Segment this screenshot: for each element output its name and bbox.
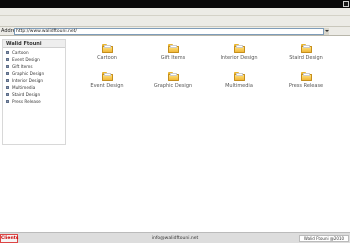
folder-label: Gift Items — [160, 55, 186, 61]
menu-bar — [0, 8, 350, 16]
browser-toolbar — [0, 16, 350, 27]
bullet-icon — [6, 79, 9, 82]
page-content: Walid Ftouni Cartoon Event Design Gift I… — [0, 36, 350, 232]
bullet-icon — [6, 72, 9, 75]
window-button[interactable] — [343, 1, 349, 7]
folder-label: Interior Design — [220, 55, 258, 61]
sidebar-item-staird-design[interactable]: Staird Design — [3, 91, 65, 98]
bullet-icon — [6, 65, 9, 68]
sidebar-item-interior-design[interactable]: Interior Design — [3, 77, 65, 84]
folder-icon — [101, 72, 113, 81]
bullet-icon — [6, 51, 9, 54]
footer-copyright: Walid Ftouni @2010 — [299, 235, 349, 242]
footer-email[interactable]: info@walidftouni.net — [0, 233, 350, 244]
bullet-icon — [6, 100, 9, 103]
sidebar-item-label: Event Design — [12, 57, 40, 62]
folder-icon — [167, 44, 179, 53]
folder-label: Graphic Design — [153, 83, 193, 89]
folder-icon — [300, 72, 312, 81]
sidebar-item-event-design[interactable]: Event Design — [3, 56, 65, 63]
folder-icon — [233, 44, 245, 53]
bullet-icon — [6, 58, 9, 61]
sidebar-list: Cartoon Event Design Gift Items Graphic … — [3, 48, 65, 105]
sidebar-item-cartoon[interactable]: Cartoon — [3, 49, 65, 56]
clients-button[interactable]: Clients — [0, 234, 18, 243]
sidebar-item-label: Cartoon — [12, 50, 29, 55]
title-bar — [0, 0, 350, 8]
folder-press-release[interactable]: Press Release — [276, 72, 336, 96]
sidebar-item-label: Interior Design — [12, 78, 44, 83]
folder-label: Cartoon — [97, 55, 117, 61]
sidebar-item-label: Staird Design — [12, 92, 41, 97]
sidebar-item-label: Multimedia — [12, 85, 36, 90]
sidebar-item-press-release[interactable]: Press Release — [3, 98, 65, 105]
folder-interior-design[interactable]: Interior Design — [209, 44, 269, 68]
address-bar: Address http://www.walidftouni.net/ — [0, 27, 350, 36]
sidebar-item-graphic-design[interactable]: Graphic Design — [3, 70, 65, 77]
address-dropdown-icon[interactable] — [323, 28, 329, 35]
folder-label: Multimedia — [225, 83, 253, 89]
sidebar-item-label: Gift Items — [12, 64, 33, 69]
folder-gift-items[interactable]: Gift Items — [143, 44, 203, 68]
bullet-icon — [6, 93, 9, 96]
sidebar: Walid Ftouni Cartoon Event Design Gift I… — [2, 39, 66, 145]
folder-cartoon[interactable]: Cartoon — [77, 44, 137, 68]
sidebar-item-label: Graphic Design — [12, 71, 45, 76]
folder-icon — [233, 72, 245, 81]
folder-label: Press Release — [288, 83, 324, 89]
folder-icon — [300, 44, 312, 53]
folder-label: Staird Design — [289, 55, 323, 61]
sidebar-item-gift-items[interactable]: Gift Items — [3, 63, 65, 70]
address-input[interactable]: http://www.walidftouni.net/ — [14, 28, 329, 35]
sidebar-title: Walid Ftouni — [3, 40, 65, 48]
sidebar-item-label: Press Release — [12, 99, 41, 104]
folder-graphic-design[interactable]: Graphic Design — [143, 72, 203, 96]
folder-icon — [167, 72, 179, 81]
bullet-icon — [6, 86, 9, 89]
footer: info@walidftouni.net Clients Walid Ftoun… — [0, 232, 350, 243]
folder-staird-design[interactable]: Staird Design — [276, 44, 336, 68]
folder-multimedia[interactable]: Multimedia — [209, 72, 269, 96]
folder-icon — [101, 44, 113, 53]
sidebar-item-multimedia[interactable]: Multimedia — [3, 84, 65, 91]
folder-label: Event Design — [90, 83, 124, 89]
folder-event-design[interactable]: Event Design — [77, 72, 137, 96]
